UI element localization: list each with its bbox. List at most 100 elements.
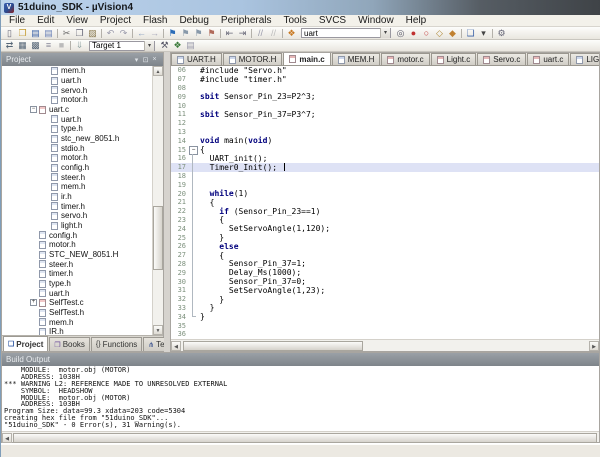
tree-item[interactable]: light.h bbox=[2, 221, 152, 231]
tree-item[interactable]: motor.h bbox=[2, 240, 152, 250]
menu-item-flash[interactable]: Flash bbox=[137, 15, 173, 27]
tree-item[interactable]: servo.h bbox=[2, 85, 152, 95]
tree-item[interactable]: mem.h bbox=[2, 317, 152, 327]
find-icon[interactable]: ◎ bbox=[394, 28, 407, 39]
search-input[interactable] bbox=[302, 29, 380, 37]
title-bar[interactable]: V 51duino_SDK - µVision4 bbox=[1, 0, 600, 15]
indent-icon[interactable]: ⇥ bbox=[236, 28, 249, 39]
code-line[interactable]: 24 SetServoAngle(1,120); bbox=[171, 224, 599, 233]
code-line[interactable]: 25 } bbox=[171, 233, 599, 242]
code-line[interactable]: 11sbit Sensor_Pin_37=P3^7; bbox=[171, 110, 599, 119]
editor-tab-uart.c[interactable]: uart.c bbox=[527, 53, 569, 65]
expander-plus-icon[interactable]: + bbox=[30, 299, 37, 306]
code-line[interactable]: 33 } bbox=[171, 304, 599, 313]
scroll-left-icon[interactable]: ◀ bbox=[171, 341, 181, 351]
scroll-thumb[interactable] bbox=[183, 341, 363, 351]
build-icon[interactable]: ▦ bbox=[16, 40, 29, 51]
editor-tab-servo.c[interactable]: Servo.c bbox=[477, 53, 526, 65]
menu-item-window[interactable]: Window bbox=[352, 15, 400, 27]
code-line[interactable]: 31 SetServoAngle(1,23); bbox=[171, 286, 599, 295]
translate-icon[interactable]: ⇄ bbox=[3, 40, 16, 51]
code-line[interactable]: 29 Delay_Ms(1000); bbox=[171, 268, 599, 277]
build-output-line[interactable]: "51duino_SDK" - 0 Error(s), 31 Warning(s… bbox=[4, 422, 599, 429]
configure-icon[interactable]: ⚙ bbox=[495, 28, 508, 39]
disable-breakpoint-icon[interactable]: ○ bbox=[420, 28, 433, 39]
code-line[interactable]: 20 while(1) bbox=[171, 189, 599, 198]
panel-tab-project[interactable]: ❑Project bbox=[3, 336, 48, 351]
build-output-line[interactable]: MODULE: motor.obj (MOTOR) bbox=[4, 367, 599, 374]
panel-tab-books[interactable]: ❒Books bbox=[49, 337, 90, 351]
tree-item[interactable]: +SelfTest.c bbox=[2, 298, 152, 308]
code-line[interactable]: 15{ bbox=[171, 145, 599, 154]
bookmark-prev-icon[interactable]: ⚑ bbox=[179, 28, 192, 39]
nav-back-icon[interactable]: ← bbox=[135, 28, 148, 39]
editor-tab-mem.h[interactable]: MEM.H bbox=[332, 53, 381, 65]
menu-item-file[interactable]: File bbox=[3, 15, 31, 27]
menu-item-debug[interactable]: Debug bbox=[173, 15, 214, 27]
open-folder-icon[interactable]: ❒ bbox=[16, 28, 29, 39]
tree-item[interactable]: timer.h bbox=[2, 201, 152, 211]
tree-item[interactable]: uart.h bbox=[2, 114, 152, 124]
tree-item[interactable]: SelfTest.h bbox=[2, 308, 152, 318]
undo-icon[interactable]: ↶ bbox=[104, 28, 117, 39]
code-line[interactable]: 28 Sensor_Pin_37=1; bbox=[171, 260, 599, 269]
editor-tab-light.c[interactable]: Light.c bbox=[431, 53, 477, 65]
editor-tab-uart.h[interactable]: UART.H bbox=[171, 53, 222, 65]
menu-item-tools[interactable]: Tools bbox=[278, 15, 313, 27]
tree-item[interactable]: steer.h bbox=[2, 172, 152, 182]
code-line[interactable]: 22 if (Sensor_Pin_23==1) bbox=[171, 207, 599, 216]
code-line[interactable]: 18 bbox=[171, 172, 599, 181]
copy-icon[interactable]: ❐ bbox=[73, 28, 86, 39]
tree-item[interactable]: type.h bbox=[2, 124, 152, 134]
editor-hscrollbar[interactable]: ◀ ▶ bbox=[171, 339, 599, 351]
download-icon[interactable]: ⇓ bbox=[73, 40, 86, 51]
kill-breakpoints-icon[interactable]: ◇ bbox=[433, 28, 446, 39]
search-combo[interactable]: ▾ bbox=[301, 28, 391, 38]
nav-forward-icon[interactable]: → bbox=[148, 28, 161, 39]
unindent-icon[interactable]: ⇤ bbox=[223, 28, 236, 39]
stop-build-icon[interactable]: ■ bbox=[55, 40, 68, 51]
code-line[interactable]: 07#include "timer.h" bbox=[171, 75, 599, 84]
tree-item[interactable]: STC_NEW_8051.H bbox=[2, 250, 152, 260]
redo-icon[interactable]: ↷ bbox=[117, 28, 130, 39]
code-line[interactable]: 27 { bbox=[171, 251, 599, 260]
new-file-icon[interactable]: ▯ bbox=[3, 28, 16, 39]
build-output-line[interactable]: MODULE: motor.obj (MOTOR) bbox=[4, 395, 599, 402]
code-line[interactable]: 10 bbox=[171, 101, 599, 110]
scroll-right-icon[interactable]: ▶ bbox=[589, 341, 599, 351]
tree-item[interactable]: steer.h bbox=[2, 259, 152, 269]
editor-tab-light.h[interactable]: LIGHT.H bbox=[570, 53, 599, 65]
tree-item[interactable]: −uart.c bbox=[2, 105, 152, 115]
window-dropdown-icon[interactable]: ▾ bbox=[477, 28, 490, 39]
code-line[interactable]: 30 Sensor_Pin_37=0; bbox=[171, 277, 599, 286]
code-line[interactable]: 21 { bbox=[171, 198, 599, 207]
manage-runtime-icon[interactable]: ▤ bbox=[184, 40, 197, 51]
tree-item[interactable]: uart.h bbox=[2, 76, 152, 86]
tree-item[interactable]: config.h bbox=[2, 230, 152, 240]
bookmark-icon[interactable]: ⚑ bbox=[166, 28, 179, 39]
tree-item[interactable]: timer.h bbox=[2, 269, 152, 279]
save-all-icon[interactable]: ▤ bbox=[42, 28, 55, 39]
tree-item[interactable]: motor.h bbox=[2, 95, 152, 105]
target-dropdown-icon[interactable]: ▾ bbox=[144, 41, 154, 51]
panel-tab-functions[interactable]: {}Functions bbox=[91, 337, 142, 351]
code-line[interactable]: 06#include "Servo.h" bbox=[171, 66, 599, 75]
tree-item[interactable]: servo.h bbox=[2, 211, 152, 221]
scroll-up-icon[interactable]: ▲ bbox=[153, 66, 163, 76]
tree-item[interactable]: type.h bbox=[2, 279, 152, 289]
editor-tab-motor.c[interactable]: motor.c bbox=[381, 53, 429, 65]
build-output-line[interactable]: *** WARNING L2: REFERENCE MADE TO UNRESO… bbox=[4, 381, 599, 388]
enable-breakpoints-icon[interactable]: ◆ bbox=[446, 28, 459, 39]
tree-item[interactable]: ir.h bbox=[2, 192, 152, 202]
target-options-icon[interactable]: ⚒ bbox=[158, 40, 171, 51]
menu-item-peripherals[interactable]: Peripherals bbox=[215, 15, 278, 27]
find-in-files-icon[interactable]: ❖ bbox=[285, 28, 298, 39]
scroll-thumb[interactable] bbox=[13, 433, 597, 443]
paste-icon[interactable]: ▨ bbox=[86, 28, 99, 39]
save-icon[interactable]: ▤ bbox=[29, 28, 42, 39]
uncomment-icon[interactable]: // bbox=[267, 28, 280, 39]
comment-icon[interactable]: // bbox=[254, 28, 267, 39]
batch-build-icon[interactable]: ≡ bbox=[42, 40, 55, 51]
tree-item[interactable]: stc_new_8051.h bbox=[2, 134, 152, 144]
menu-item-svcs[interactable]: SVCS bbox=[313, 15, 352, 27]
